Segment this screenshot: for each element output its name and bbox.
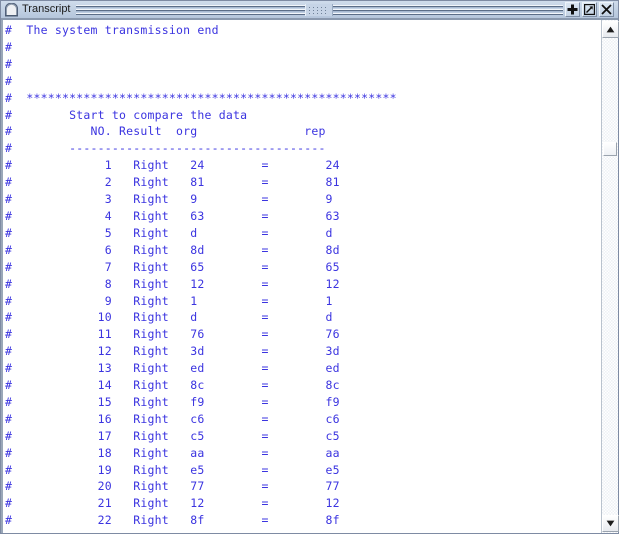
transcript-text-pane[interactable]: # The system transmission end # # # # **… — [1, 20, 601, 533]
titlebar-decoration — [75, 3, 563, 16]
arrow-down-icon — [606, 520, 615, 527]
close-button[interactable] — [599, 2, 614, 17]
window-titlebar[interactable]: Transcript — [1, 1, 618, 19]
terminal-window-icon — [5, 2, 18, 16]
maximize-button[interactable] — [582, 2, 597, 17]
scrollbar-track[interactable] — [602, 38, 618, 515]
restore-icon — [584, 4, 595, 15]
minimize-button[interactable] — [565, 2, 580, 17]
arrow-up-icon — [606, 26, 615, 33]
window-title: Transcript — [22, 3, 71, 15]
transcript-console-text: # The system transmission end # # # # **… — [5, 23, 397, 528]
titlebar-grip — [305, 3, 334, 16]
scroll-down-button[interactable] — [602, 515, 619, 532]
window-client-area: # The system transmission end # # # # **… — [1, 19, 619, 533]
transcript-window: Transcript # The system transmission end… — [0, 0, 619, 534]
scrollbar-thumb[interactable] — [603, 142, 617, 156]
close-icon — [601, 4, 612, 15]
plus-icon — [567, 4, 578, 15]
window-controls — [565, 2, 616, 17]
vertical-scrollbar[interactable] — [601, 20, 619, 533]
scroll-up-button[interactable] — [602, 21, 619, 38]
